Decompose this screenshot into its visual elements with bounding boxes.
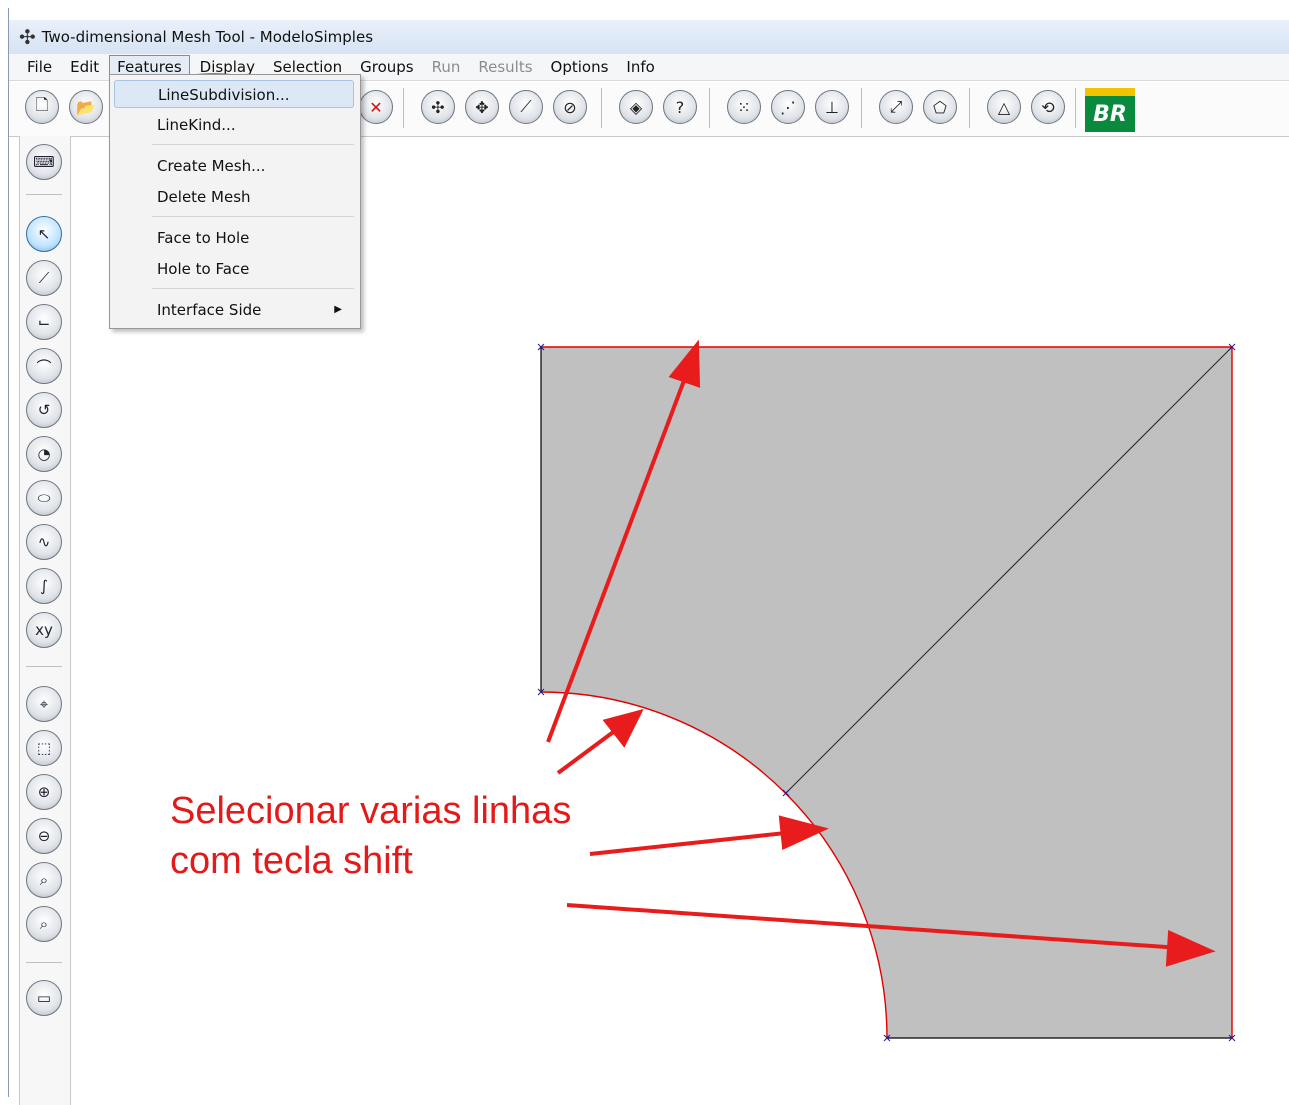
- annotation-line-2: com tecla shift: [170, 840, 413, 882]
- menu-separator: [152, 144, 354, 145]
- menu-item-label: Hole to Face: [157, 260, 250, 278]
- menu-item-face-to-hole[interactable]: Face to Hole: [114, 224, 354, 252]
- features-dropdown-menu: LineSubdivision... LineKind... Create Mesh…: [109, 74, 361, 329]
- menu-item-label: Create Mesh...: [157, 157, 266, 175]
- menu-item-create-mesh[interactable]: Create Mesh...: [114, 152, 354, 180]
- menu-separator: [152, 288, 354, 289]
- menu-separator: [152, 216, 354, 217]
- menu-item-label: Face to Hole: [157, 229, 250, 247]
- menu-item-label: LineSubdivision...: [158, 86, 290, 104]
- submenu-arrow-icon: ▶: [334, 304, 342, 315]
- menu-item-label: Interface Side: [157, 301, 262, 319]
- menu-item-linekind[interactable]: LineKind...: [114, 111, 354, 139]
- arrowhead: [602, 708, 644, 748]
- menu-item-label: Delete Mesh: [157, 188, 251, 206]
- arrow-shaft: [556, 725, 622, 775]
- menu-item-hole-to-face[interactable]: Hole to Face: [114, 255, 354, 283]
- menu-item-label: LineKind...: [157, 116, 236, 134]
- annotation-line-1: Selecionar varias linhas: [170, 790, 572, 832]
- arrow-shaft: [589, 830, 796, 856]
- annotation-text: Selecionar varias linhas com tecla shift: [170, 786, 571, 886]
- menu-item-delete-mesh[interactable]: Delete Mesh: [114, 183, 354, 211]
- menu-item-interface-side[interactable]: Interface Side ▶: [114, 296, 354, 324]
- menu-item-linesubdivision[interactable]: LineSubdivision...: [114, 80, 354, 108]
